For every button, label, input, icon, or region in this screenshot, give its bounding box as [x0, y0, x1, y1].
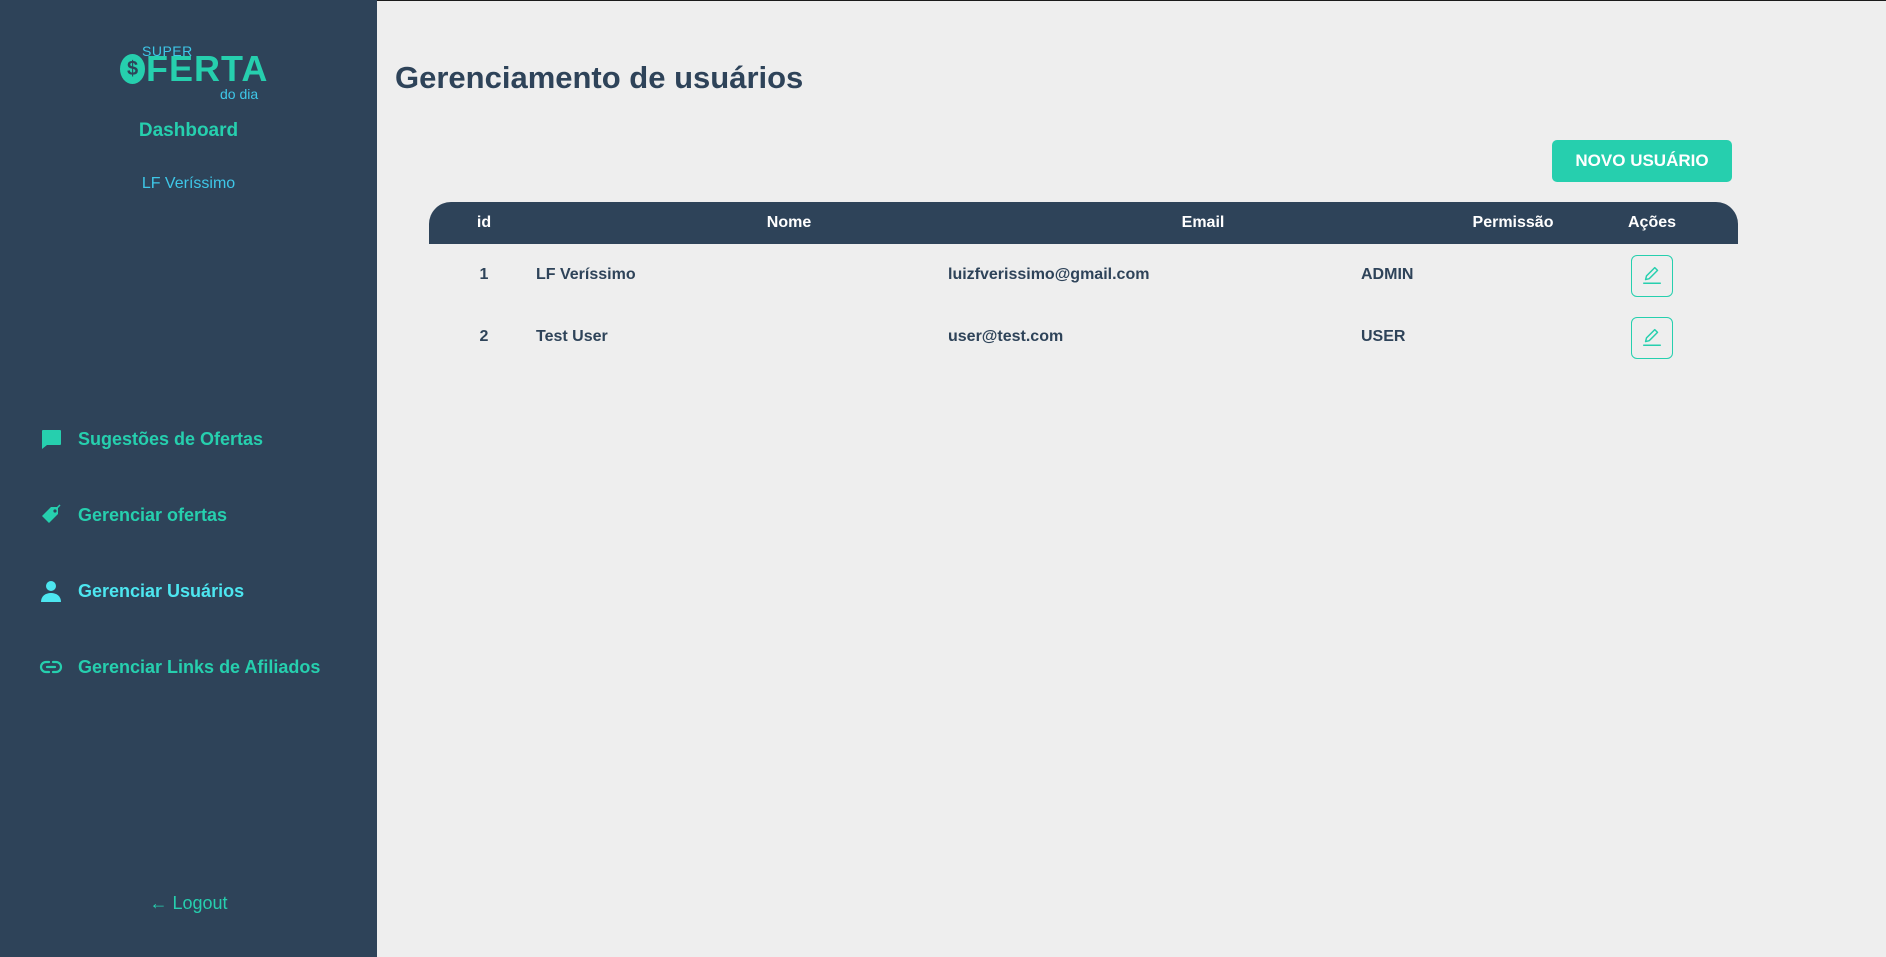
pencil-icon	[1641, 264, 1663, 289]
dollar-coin-icon: $	[120, 54, 145, 84]
new-user-button[interactable]: NOVO USUÁRIO	[1552, 140, 1732, 182]
cell-id: 2	[479, 328, 489, 345]
column-header-email: Email	[1181, 214, 1225, 231]
column-header-acoes: Ações	[1627, 214, 1677, 231]
cell-email: luizfverissimo@gmail.com	[948, 266, 1150, 283]
cell-permission: ADMIN	[1361, 266, 1414, 283]
table-row: 2 Test User user@test.com USER	[429, 306, 1738, 368]
logout-link[interactable]: ← Logout	[0, 893, 377, 914]
column-header-nome: Nome	[766, 214, 812, 231]
chat-bubble-icon	[38, 426, 64, 452]
link-icon	[38, 654, 64, 680]
dashboard-title: Dashboard	[138, 120, 239, 141]
edit-user-button[interactable]	[1631, 255, 1673, 297]
cell-name: Test User	[536, 328, 608, 345]
price-tag-icon	[38, 502, 64, 528]
brand-logo[interactable]: SUPER $ FERTA do dia	[118, 42, 268, 102]
sidebar-item-gerenciar-links-afiliados[interactable]: Gerenciar Links de Afiliados	[38, 652, 320, 682]
column-header-permissao: Permissão	[1472, 214, 1554, 231]
sidebar-item-label: Gerenciar Links de Afiliados	[78, 656, 321, 677]
cell-permission: USER	[1361, 328, 1406, 345]
table-header: id Nome Email Permissão Ações	[429, 202, 1738, 244]
users-table: id Nome Email Permissão Ações 1 LF Verís…	[429, 202, 1738, 368]
sidebar-item-gerenciar-ofertas[interactable]: Gerenciar ofertas	[38, 500, 227, 530]
logo-ferta-text: FERTA	[146, 48, 269, 89]
cell-id: 1	[479, 266, 489, 283]
sidebar-item-gerenciar-usuarios[interactable]: Gerenciar Usuários	[38, 576, 244, 606]
person-icon	[38, 578, 64, 604]
main-content: Gerenciamento de usuários NOVO USUÁRIO i…	[377, 0, 1886, 957]
sidebar-item-label: Gerenciar ofertas	[78, 504, 228, 525]
sidebar: SUPER $ FERTA do dia Dashboard LF Veríss…	[0, 0, 377, 957]
cell-name: LF Veríssimo	[536, 266, 636, 283]
pencil-icon	[1641, 326, 1663, 351]
column-header-id: id	[476, 214, 492, 231]
edit-user-button[interactable]	[1631, 317, 1673, 359]
sidebar-item-label: Sugestões de Ofertas	[78, 428, 264, 449]
current-user-name: LF Veríssimo	[141, 175, 236, 192]
table-row: 1 LF Veríssimo luizfverissimo@gmail.com …	[429, 244, 1738, 306]
sidebar-item-label: Gerenciar Usuários	[78, 580, 245, 601]
sidebar-item-sugestoes-ofertas[interactable]: Sugestões de Ofertas	[38, 424, 263, 454]
cell-email: user@test.com	[948, 328, 1064, 345]
page-title: Gerenciamento de usuários	[395, 60, 804, 95]
logo-do-dia-text: do dia	[220, 86, 259, 102]
